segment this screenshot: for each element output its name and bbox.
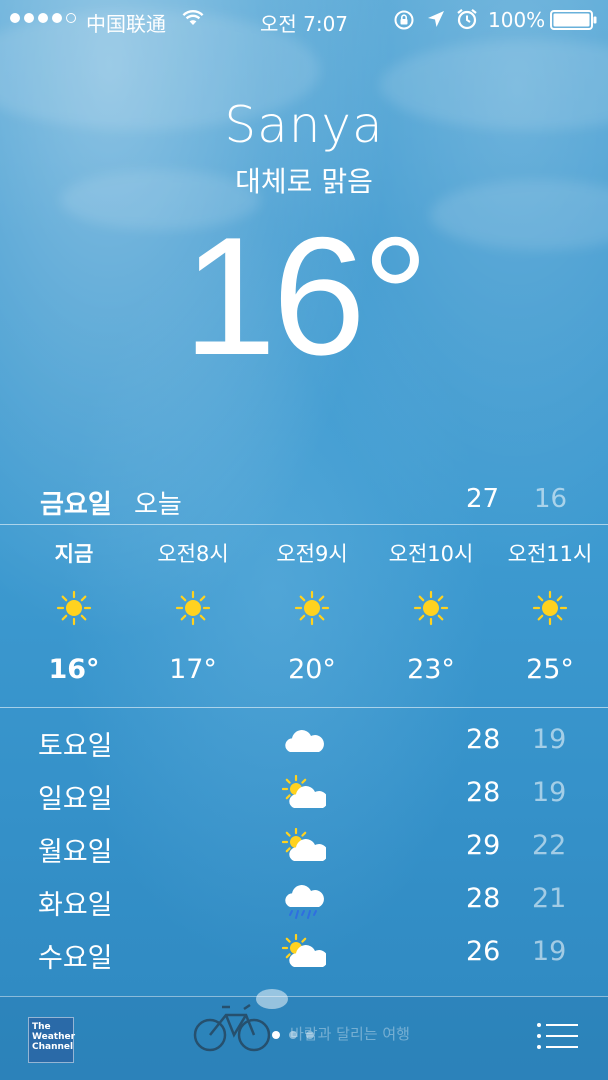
day-row: 화요일 28 21 (0, 875, 608, 927)
bicycle-icon (193, 989, 288, 1052)
hourly-item: 오전11시 25° (490, 526, 608, 706)
day-high-temp: 28 (466, 883, 501, 914)
day-low-temp: 19 (532, 724, 567, 755)
today-low-temp: 16 (534, 484, 568, 514)
day-name: 일요일 (38, 784, 113, 815)
today-day-name: 금요일 (40, 490, 112, 520)
sun-icon (532, 590, 568, 626)
hour-temp: 20° (288, 654, 336, 685)
alarm-clock-icon (457, 8, 477, 30)
cloud-icon (285, 730, 324, 752)
watermark-text: 바람과 달리는 여행 (290, 1025, 410, 1043)
bottom-toolbar: The Weather Channel 바람과 달리는 여행 (0, 989, 608, 1080)
sun-icon (56, 590, 92, 626)
hour-temp: 25° (526, 654, 574, 685)
partly-sunny-icon (282, 828, 326, 861)
day-name: 수요일 (38, 943, 113, 974)
today-high-temp: 27 (466, 484, 500, 514)
day-row: 일요일 28 19 (0, 769, 608, 821)
weather-screen: 中国联通 오전 7:07 100% Sanya 대체로 맑음 16° 금요일 오… (0, 0, 608, 1080)
divider (0, 524, 608, 525)
day-name: 토요일 (38, 731, 113, 762)
day-high-temp: 29 (466, 830, 501, 861)
page-dot (272, 1031, 280, 1039)
divider (0, 707, 608, 708)
status-bar: 中国联通 오전 7:07 100% (0, 0, 608, 40)
partly-sunny-icon (282, 775, 326, 808)
sun-icon (413, 590, 449, 626)
day-low-temp: 21 (532, 883, 567, 914)
day-row: 수요일 26 19 (0, 928, 608, 980)
hour-temp: 23° (407, 654, 455, 685)
today-label: 오늘 (134, 490, 182, 520)
hour-label: 지금 (54, 542, 94, 566)
today-summary-row: 금요일 오늘 27 16 (0, 478, 608, 524)
day-high-temp: 26 (466, 936, 501, 967)
day-name: 화요일 (38, 890, 113, 921)
battery-icon (550, 10, 597, 30)
hour-label: 오전10시 (388, 542, 474, 566)
battery-percentage: 100% (488, 8, 546, 32)
logo-text: The Weather Channel (32, 1022, 76, 1052)
hourly-item: 지금 16° (14, 526, 134, 706)
hourly-item: 오전10시 23° (371, 526, 491, 706)
hour-label: 오전9시 (276, 542, 348, 566)
hourly-forecast[interactable]: 지금 16° 오전8시 17° 오전9시 20° 오전10시 23° 오전11시… (0, 526, 608, 706)
rain-cloud-icon (285, 885, 324, 919)
hour-temp: 16° (48, 654, 100, 685)
hour-label: 오전8시 (157, 542, 229, 566)
hour-temp: 17° (169, 654, 217, 685)
day-high-temp: 28 (466, 724, 501, 755)
hourly-item: 오전8시 17° (133, 526, 253, 706)
hourly-item: 오전9시 20° (252, 526, 372, 706)
city-name: Sanya (224, 96, 384, 154)
hour-label: 오전11시 (507, 542, 593, 566)
day-high-temp: 28 (466, 777, 501, 808)
day-low-temp: 22 (532, 830, 567, 861)
day-row: 토요일 28 19 (0, 716, 608, 768)
day-name: 월요일 (38, 837, 113, 868)
day-low-temp: 19 (532, 936, 567, 967)
sun-icon (175, 590, 211, 626)
weather-channel-logo[interactable]: The Weather Channel (28, 1017, 76, 1063)
partly-sunny-icon (282, 934, 326, 967)
current-temperature: 16° (182, 202, 429, 390)
location-arrow-icon (428, 11, 444, 27)
day-low-temp: 19 (532, 777, 567, 808)
city-list-icon[interactable] (536, 1021, 580, 1051)
weather-condition: 대체로 맑음 (235, 165, 373, 198)
day-row: 월요일 29 22 (0, 822, 608, 874)
rotation-lock-icon (394, 10, 414, 30)
sun-icon (294, 590, 330, 626)
